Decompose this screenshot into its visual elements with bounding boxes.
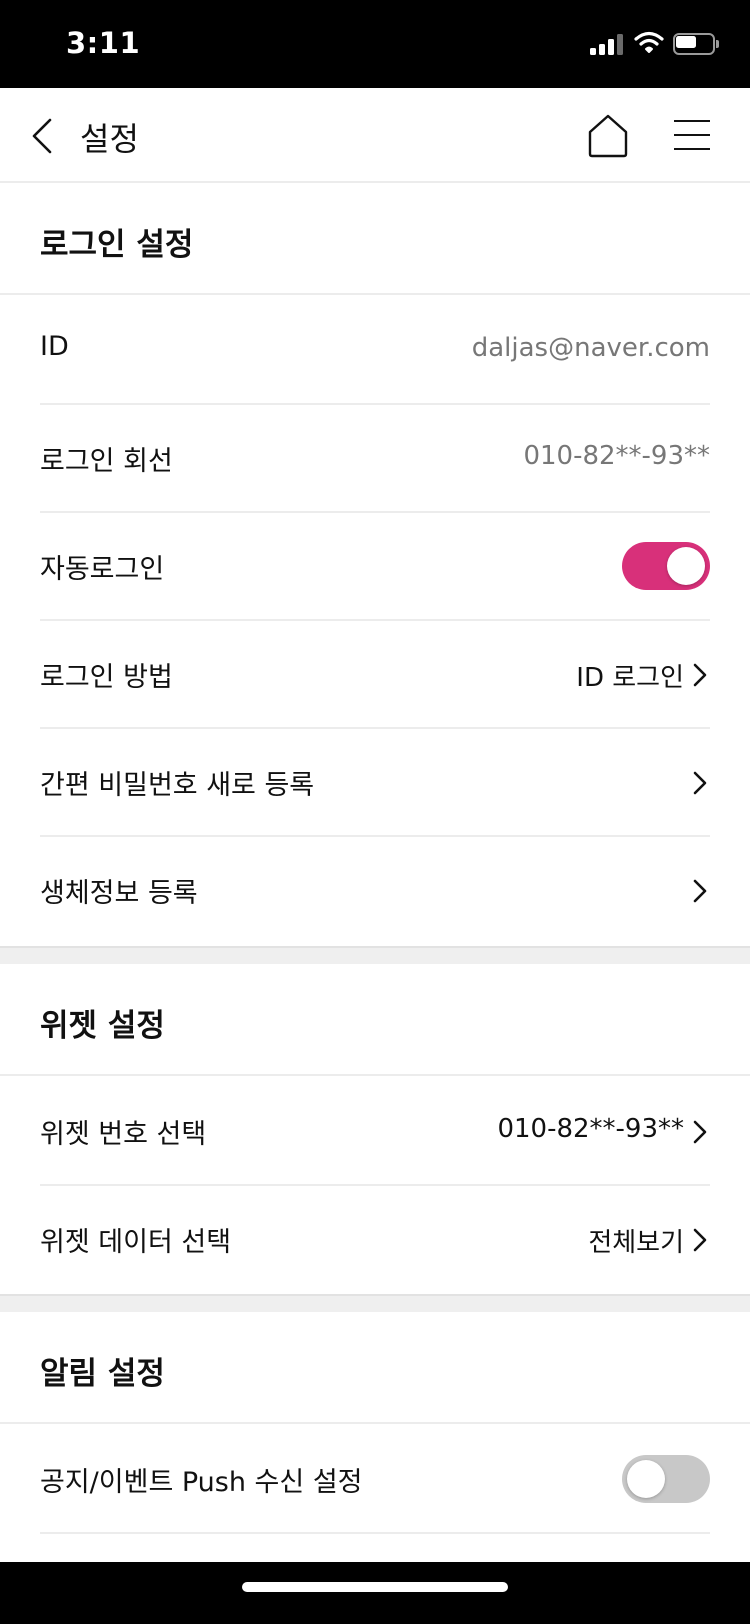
login-settings-header: 로그인 설정: [0, 183, 750, 295]
row-id: ID daljas@naver.com: [40, 297, 710, 405]
alarm-settings-header: 알림 설정: [0, 1312, 750, 1424]
row-label: 로그인 회선: [40, 446, 173, 477]
push-notification-toggle[interactable]: [622, 1455, 710, 1503]
row-widget-number[interactable]: 위젯 번호 선택 010-82**-93**: [40, 1078, 710, 1186]
chevron-right-icon: [693, 663, 707, 687]
section-title-alarm: 알림 설정: [40, 1356, 165, 1392]
signal-icon: [590, 33, 624, 55]
app-header: 설정: [0, 88, 750, 183]
row-label: 자동로그인: [40, 554, 165, 585]
chevron-right-icon: [693, 1120, 707, 1144]
status-bar: 3:11: [0, 0, 750, 88]
chevron-right-icon: [693, 771, 707, 795]
widget-settings-header: 위젯 설정: [0, 964, 750, 1076]
login-method-value: ID 로그인: [576, 663, 684, 693]
row-label: 로그인 방법: [40, 662, 173, 693]
home-indicator[interactable]: [242, 1582, 508, 1592]
row-label: 간편 비밀번호 새로 등록: [40, 770, 315, 801]
status-time: 3:11: [66, 26, 141, 60]
section-title-login: 로그인 설정: [40, 227, 194, 263]
row-label: ID: [40, 331, 69, 362]
toggle-knob: [667, 547, 705, 585]
auto-login-toggle[interactable]: [622, 542, 710, 590]
chevron-right-icon: [693, 1228, 707, 1252]
login-line-value: 010-82**-93**: [523, 441, 710, 471]
widget-number-value: 010-82**-93**: [497, 1114, 684, 1144]
row-biometric[interactable]: 생체정보 등록: [40, 837, 710, 945]
row-label: 위젯 데이터 선택: [40, 1227, 232, 1258]
row-label: 위젯 번호 선택: [40, 1119, 207, 1150]
hamburger-menu-icon[interactable]: [670, 114, 714, 156]
section-title-widget: 위젯 설정: [40, 1008, 165, 1044]
section-divider: [0, 1294, 750, 1312]
row-label: 생체정보 등록: [40, 878, 198, 909]
wifi-icon: [634, 31, 664, 53]
row-login-line: 로그인 회선 010-82**-93**: [40, 405, 710, 513]
row-push-notification: 공지/이벤트 Push 수신 설정: [40, 1426, 710, 1534]
id-value: daljas@naver.com: [471, 333, 710, 363]
home-indicator-area: [0, 1562, 750, 1624]
widget-data-value: 전체보기: [588, 1228, 684, 1258]
row-simple-password[interactable]: 간편 비밀번호 새로 등록: [40, 729, 710, 837]
battery-icon: [673, 33, 719, 55]
row-label: 공지/이벤트 Push 수신 설정: [40, 1467, 363, 1498]
page-title: 설정: [80, 120, 139, 158]
chevron-right-icon: [693, 879, 707, 903]
row-login-method[interactable]: 로그인 방법 ID 로그인: [40, 621, 710, 729]
home-icon[interactable]: [584, 110, 632, 160]
back-arrow-icon[interactable]: [24, 112, 68, 160]
toggle-knob: [627, 1460, 665, 1498]
row-auto-login: 자동로그인: [40, 513, 710, 621]
row-widget-data[interactable]: 위젯 데이터 선택 전체보기: [40, 1186, 710, 1294]
section-divider: [0, 946, 750, 964]
